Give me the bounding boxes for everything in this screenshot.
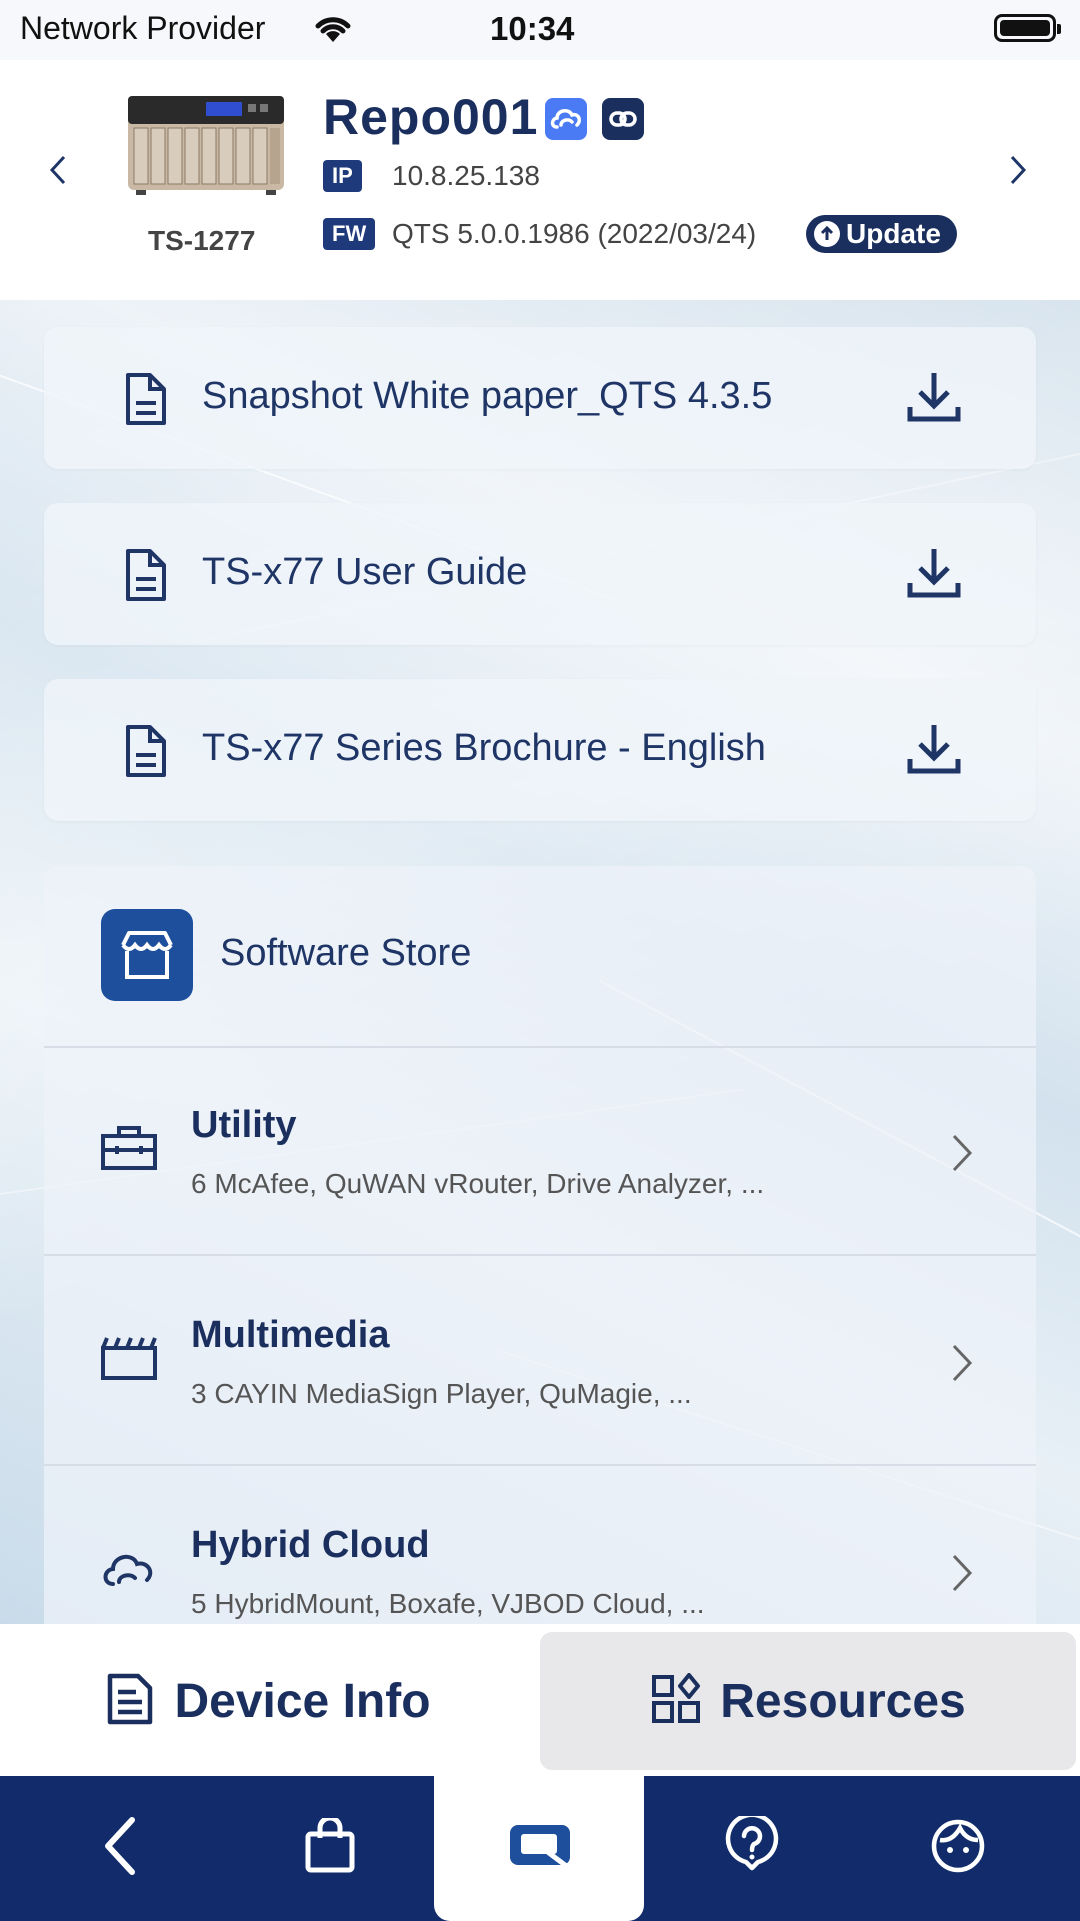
category-description: 5 HybridMount, Boxafe, VJBOD Cloud, ... <box>191 1588 705 1619</box>
store-category-utility[interactable]: Utility 6 McAfee, QuWAN vRouter, Drive A… <box>44 1046 1036 1256</box>
status-bar: Network Provider 10:34 <box>0 0 1080 60</box>
tab-device-info[interactable]: Device Info <box>0 1632 535 1770</box>
tab-label: Resources <box>720 1674 966 1728</box>
chevron-right-icon <box>950 1552 974 1599</box>
document-title: TS-x77 User Guide <box>202 551 528 593</box>
next-device-button[interactable] <box>1008 152 1028 197</box>
software-store-header[interactable]: Software Store <box>44 866 1036 1048</box>
help-nav-button[interactable] <box>692 1776 812 1921</box>
category-description: 6 McAfee, QuWAN vRouter, Drive Analyzer,… <box>191 1168 765 1199</box>
segment-control: Device Info Resources <box>0 1624 1080 1776</box>
tab-label: Device Info <box>174 1674 431 1728</box>
nas-device-image <box>126 92 288 196</box>
store-title: Software Store <box>220 932 472 974</box>
fw-tag: FW <box>323 218 376 250</box>
help-icon <box>724 1812 780 1881</box>
document-icon <box>122 723 168 784</box>
upload-arrow-icon <box>814 221 840 247</box>
carrier-label: Network Provider <box>20 10 266 46</box>
device-nav-button[interactable] <box>480 1776 600 1921</box>
device-name: Repo001 <box>323 89 539 145</box>
ip-address: 10.8.25.138 <box>392 160 540 191</box>
category-name: Hybrid Cloud <box>191 1524 430 1566</box>
update-label: Update <box>846 218 941 249</box>
cloud-icon <box>99 1544 159 1597</box>
toolbox-icon <box>99 1124 159 1177</box>
download-icon[interactable] <box>904 367 964 432</box>
document-list-icon <box>104 1672 156 1731</box>
download-icon[interactable] <box>904 719 964 784</box>
tab-resources[interactable]: Resources <box>540 1632 1076 1770</box>
firmware-version: QTS 5.0.0.1986 (2022/03/24) <box>392 218 757 249</box>
previous-device-button[interactable] <box>48 152 68 197</box>
back-button[interactable] <box>60 1776 180 1921</box>
profile-nav-button[interactable] <box>898 1776 1018 1921</box>
document-icon <box>122 371 168 432</box>
store-category-multimedia[interactable]: Multimedia 3 CAYIN MediaSign Player, QuM… <box>44 1256 1036 1466</box>
battery-icon <box>994 14 1061 42</box>
document-item[interactable]: TS-x77 Series Brochure - English <box>44 679 1036 821</box>
profile-icon <box>930 1818 986 1879</box>
update-button[interactable]: Update <box>806 215 957 253</box>
apps-grid-icon <box>650 1672 702 1730</box>
store-icon <box>101 909 193 1001</box>
device-icon <box>507 1822 573 1875</box>
document-icon <box>122 547 168 608</box>
back-icon <box>100 1816 140 1881</box>
link-icon <box>602 98 644 140</box>
store-category-hybrid-cloud[interactable]: Hybrid Cloud 5 HybridMount, Boxafe, VJBO… <box>44 1466 1036 1626</box>
shopping-bag-icon <box>304 1815 356 1879</box>
category-name: Multimedia <box>191 1314 390 1356</box>
wifi-icon <box>312 12 354 49</box>
category-description: 3 CAYIN MediaSign Player, QuMagie, ... <box>191 1378 692 1409</box>
store-nav-button[interactable] <box>270 1776 390 1921</box>
bottom-navigation <box>0 1776 1080 1921</box>
chevron-right-icon <box>950 1342 974 1389</box>
ip-tag: IP <box>323 160 362 192</box>
chevron-right-icon <box>950 1132 974 1179</box>
clock: 10:34 <box>490 10 575 47</box>
download-icon[interactable] <box>904 543 964 608</box>
document-item[interactable]: Snapshot White paper_QTS 4.3.5 <box>44 327 1036 469</box>
document-item[interactable]: TS-x77 User Guide <box>44 503 1036 645</box>
category-name: Utility <box>191 1104 297 1146</box>
cloud-link-icon <box>545 98 587 140</box>
device-model: TS-1277 <box>148 225 256 256</box>
software-store-card: Software Store Utility 6 McAfee, QuWAN v… <box>44 866 1036 1626</box>
clapperboard-icon <box>99 1334 159 1387</box>
document-title: Snapshot White paper_QTS 4.3.5 <box>202 375 773 417</box>
device-header: TS-1277 Repo001 IP 10.8.25.138 FW QTS 5.… <box>0 60 1080 300</box>
document-title: TS-x77 Series Brochure - English <box>202 727 766 769</box>
